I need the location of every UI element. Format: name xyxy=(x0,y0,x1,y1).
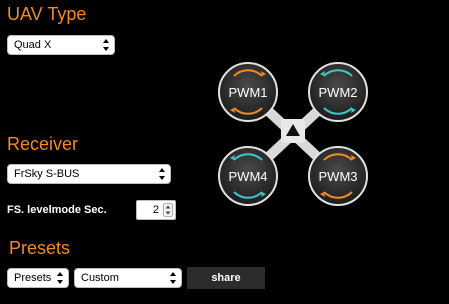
select-arrows-icon xyxy=(57,272,63,284)
share-button[interactable]: share xyxy=(187,267,265,289)
motor-pwm4: PWM4 xyxy=(218,146,278,206)
presets-title: Presets xyxy=(9,238,71,258)
select-arrows-icon xyxy=(103,39,109,51)
receiver-select-value: FrSky S-BUS xyxy=(14,168,80,180)
select-arrows-icon xyxy=(159,168,165,180)
failsafe-value: 2 xyxy=(152,204,159,216)
stepper-arrows-icon[interactable] xyxy=(163,203,173,217)
custom-preset-select-value: Custom xyxy=(81,272,119,284)
presets-select-value: Presets xyxy=(14,272,52,284)
custom-preset-select[interactable]: Custom xyxy=(74,268,182,288)
presets-select[interactable]: Presets xyxy=(7,268,69,288)
receiver-title: Receiver xyxy=(7,134,79,154)
motor-pwm3: PWM3 xyxy=(308,146,368,206)
receiver-select[interactable]: FrSky S-BUS xyxy=(7,164,171,184)
failsafe-label: FS. levelmode Sec. xyxy=(7,204,107,216)
uav-type-title: UAV Type xyxy=(7,4,87,24)
motor-label: PWM4 xyxy=(229,169,268,184)
motor-label: PWM1 xyxy=(229,85,268,100)
motor-pwm2: PWM2 xyxy=(308,62,368,122)
motor-label: PWM3 xyxy=(319,169,358,184)
failsafe-stepper[interactable]: 2 xyxy=(136,200,176,220)
motor-pwm1: PWM1 xyxy=(218,62,278,122)
center-hub xyxy=(281,119,305,143)
quad-x-diagram: PWM1 PWM2 PWM4 PWM3 xyxy=(218,62,368,206)
uav-type-select[interactable]: Quad X xyxy=(7,35,115,55)
select-arrows-icon xyxy=(170,272,176,284)
uav-type-select-value: Quad X xyxy=(14,39,52,51)
motor-label: PWM2 xyxy=(319,85,358,100)
